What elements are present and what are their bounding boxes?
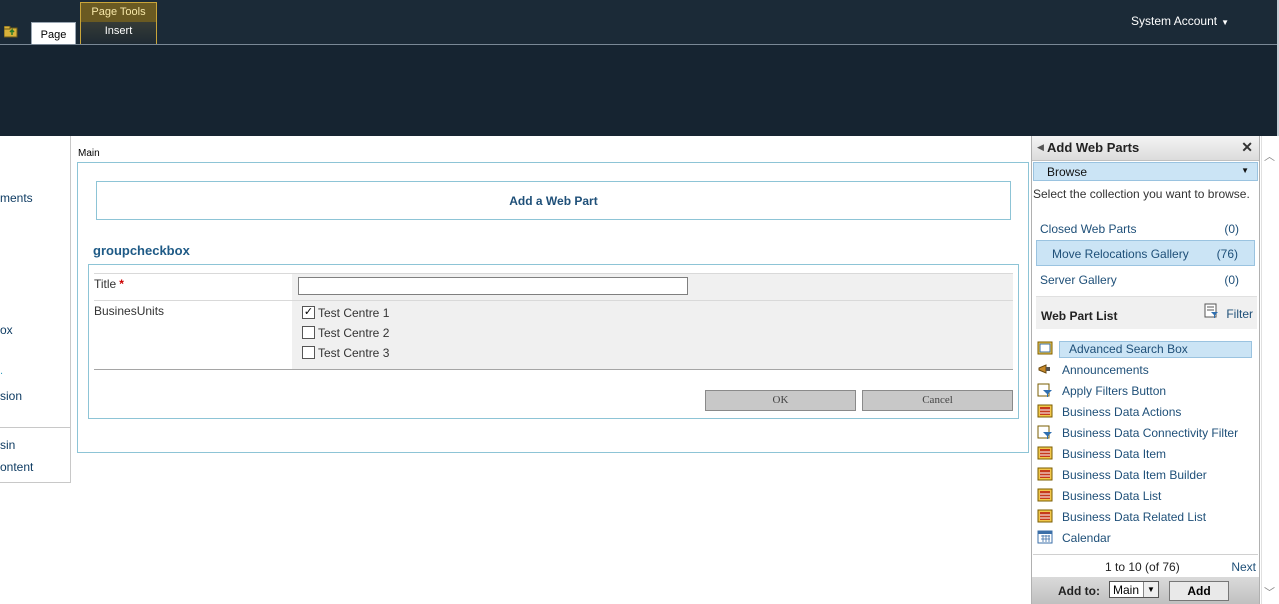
web-part-name: Business Data List (1062, 489, 1162, 503)
tab-page[interactable]: Page (31, 22, 76, 44)
checkbox-unchecked[interactable] (302, 346, 315, 360)
megaphone-icon (1038, 364, 1050, 374)
bu-field-bg (292, 301, 1013, 369)
web-part-list-title: Web Part List (1041, 309, 1118, 323)
filter-link[interactable]: Filter (1226, 307, 1253, 321)
checkbox-label: Test Centre 2 (318, 326, 390, 340)
web-part-list-item[interactable]: Announcements (1037, 361, 1255, 380)
folder-up-icon[interactable] (4, 26, 19, 38)
ribbon-bar: Page Page Tools Insert System Account ▼ (0, 0, 1277, 45)
web-part-name: Business Data Related List (1062, 510, 1207, 524)
data-table-icon (1037, 446, 1053, 460)
required-marker: * (119, 277, 124, 291)
data-table-icon (1037, 404, 1053, 418)
title-label: Title * (94, 277, 124, 291)
web-part-name: Announcements (1062, 363, 1149, 377)
page-tools-group: Page Tools Insert (80, 2, 157, 44)
nav-item[interactable]: ox (0, 323, 13, 337)
data-table-icon (1037, 488, 1053, 502)
chevron-down-icon: ▼ (1241, 166, 1249, 175)
web-part-title[interactable]: groupcheckbox (93, 243, 190, 258)
web-part-list-item[interactable]: Business Data Connectivity Filter (1037, 424, 1255, 443)
add-web-parts-panel: ◀ Add Web Parts ✕ Browse ▼ Select the co… (1031, 136, 1260, 604)
add-button[interactable]: Add (1169, 581, 1229, 601)
collection-item[interactable]: Closed Web Parts (0) (1040, 222, 1251, 236)
page-tools-label: Page Tools (81, 3, 156, 22)
checkbox-label: Test Centre 3 (318, 346, 390, 360)
collection-item[interactable]: Server Gallery (0) (1040, 273, 1251, 287)
chevron-down-icon: ▼ (1143, 582, 1158, 597)
nav-item[interactable]: sion (0, 389, 22, 403)
add-web-part-link[interactable]: Add a Web Part (96, 181, 1011, 220)
web-part-list-item[interactable]: Business Data Item Builder (1037, 466, 1255, 485)
cancel-button[interactable]: Cancel (862, 390, 1013, 411)
scroll-up-icon[interactable]: ︿ (1264, 148, 1275, 164)
account-menu[interactable]: System Account ▼ (1131, 14, 1229, 28)
bu-label: BusinesUnits (94, 304, 165, 318)
collapse-arrow-icon[interactable]: ◀ (1037, 142, 1044, 153)
browse-label: Browse (1047, 165, 1088, 179)
checkbox-option[interactable]: Test Centre 2 (302, 326, 389, 342)
pager-next-link[interactable]: Next (1231, 560, 1256, 574)
web-part-name: Advanced Search Box (1059, 341, 1252, 358)
pager-range: 1 to 10 (of 76) (1105, 560, 1180, 574)
form-divider (94, 369, 1013, 370)
checkbox-label: Test Centre 1 (318, 306, 390, 320)
web-part-name: Calendar (1062, 531, 1111, 545)
chevron-down-icon: ▼ (1221, 18, 1229, 27)
panel-title: Add Web Parts (1047, 140, 1140, 155)
nav-item[interactable]: ontent (0, 460, 33, 474)
web-part-name: Business Data Actions (1062, 405, 1182, 419)
tab-insert[interactable]: Insert (81, 25, 156, 37)
web-part-list-item[interactable]: Advanced Search Box (1037, 340, 1255, 359)
panel-header: ◀ Add Web Parts ✕ (1032, 136, 1259, 161)
close-icon[interactable]: ✕ (1241, 139, 1253, 156)
web-part-name: Business Data Item Builder (1062, 468, 1207, 482)
browse-instructions: Select the collection you want to browse… (1033, 187, 1250, 201)
nav-marker: . (0, 365, 4, 377)
data-table-icon (1037, 467, 1053, 481)
zone-select[interactable]: Main ▼ (1109, 581, 1159, 598)
web-part-list-item[interactable]: Business Data Actions (1037, 403, 1255, 422)
checkbox-option[interactable]: Test Centre 3 (302, 346, 389, 362)
account-name: System Account (1131, 14, 1218, 28)
data-table-icon (1037, 509, 1053, 523)
web-part-list-item[interactable]: Business Data Related List (1037, 508, 1255, 527)
quick-launch: ments ox . sion sin ontent (0, 136, 71, 483)
web-part-list-item[interactable]: Business Data List (1037, 487, 1255, 506)
web-part-list-item[interactable]: Business Data Item (1037, 445, 1255, 464)
nav-item[interactable]: sin (0, 438, 15, 452)
web-part-list-item[interactable]: Calendar (1037, 529, 1255, 548)
zone-label: Main (78, 148, 100, 159)
collection-item-selected[interactable]: Move Relocations Gallery (76) (1036, 240, 1255, 266)
ribbon-body (0, 45, 1277, 136)
browse-dropdown[interactable]: Browse ▼ (1033, 162, 1258, 181)
checkbox-option[interactable]: ✓ Test Centre 1 (302, 306, 389, 322)
filter-icon (1037, 383, 1052, 397)
web-part-name: Business Data Connectivity Filter (1062, 426, 1239, 440)
nav-item[interactable]: ments (0, 191, 33, 205)
title-input[interactable] (298, 277, 688, 295)
add-to-bar: Add to: Main ▼ Add (1032, 577, 1259, 604)
web-part-name: Apply Filters Button (1062, 384, 1167, 398)
web-part-list-item[interactable]: Apply Filters Button (1037, 382, 1255, 401)
web-part-icon (1037, 341, 1053, 355)
filter-icon[interactable] (1204, 303, 1219, 319)
web-part-list-header: Web Part List Filter (1036, 296, 1257, 329)
pager: 1 to 10 (of 76) Next (1033, 554, 1258, 577)
ok-button[interactable]: OK (705, 390, 856, 411)
nav-divider (0, 427, 70, 428)
checkbox-unchecked[interactable] (302, 326, 315, 340)
add-to-label: Add to: (1058, 584, 1100, 598)
scroll-down-icon[interactable]: ﹀ (1264, 584, 1275, 600)
filter-icon (1037, 425, 1052, 439)
calendar-icon (1037, 530, 1053, 544)
web-part-name: Business Data Item (1062, 447, 1167, 461)
checkbox-checked[interactable]: ✓ (302, 306, 315, 320)
page-scrollbar[interactable]: ︿ ﹀ (1261, 136, 1278, 604)
